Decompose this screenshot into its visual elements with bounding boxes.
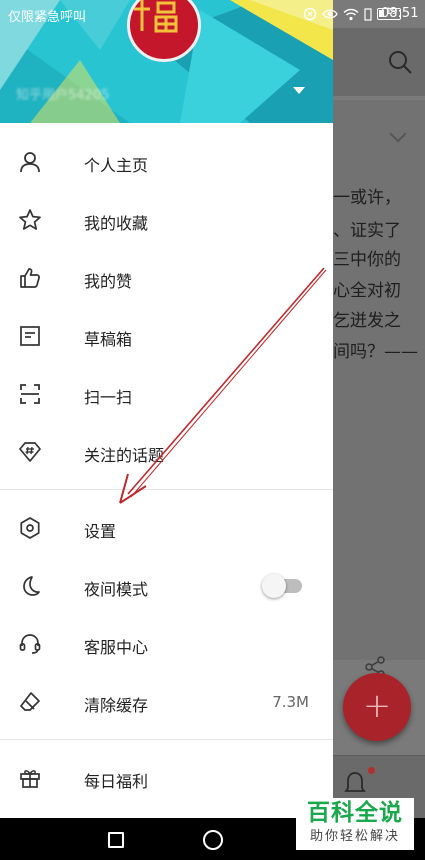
divider [0,489,333,490]
data-saver-icon [303,7,317,21]
menu-item-label: 设置 [84,522,117,541]
moon-icon [23,576,40,596]
carrier-text: 仅限紧急呼叫 [8,10,87,25]
feed-text-line: 一或许， [333,188,401,208]
menu-item-label: 每日福利 [84,772,149,791]
menu-item-label: 草稿箱 [84,330,133,349]
headset-icon [19,634,41,654]
clock: 08:51 [381,6,419,21]
feed-text-line: 乞迸发之 [333,311,401,331]
recent-apps-button[interactable] [108,832,124,848]
account-dropdown-icon[interactable] [293,87,305,94]
menu-item-label: 扫一扫 [84,388,133,407]
settings-hexagon-icon [20,517,40,539]
divider [0,739,333,740]
menu-item-followed-topics[interactable]: 关注的话题 [0,423,333,481]
thumbs-up-icon [20,268,40,288]
scan-icon [20,384,40,404]
draft-icon [20,326,40,346]
menu-item-label: 夜间模式 [84,580,149,599]
menu-item-profile[interactable]: 个人主页 [0,133,333,191]
sim-icon [364,7,372,21]
cache-size-value: 7.3M [272,693,309,711]
menu-item-daily-rewards[interactable]: 每日福利 [0,749,333,807]
navigation-drawer: 知乎用户54205 个人主页 我的收藏 我的赞 草稿箱 扫一扫 关注的话题 设置… [0,0,333,818]
topic-tag-icon [19,442,41,462]
menu-item-label: 清除缓存 [84,696,149,715]
menu-item-settings[interactable]: 设置 [0,499,333,557]
feed-text-line: 心全对初 [333,281,401,301]
eraser-icon [20,692,40,711]
feed-text-line: 间吗？—— [333,342,418,362]
feed-text-line: 三中你的 [333,250,401,270]
menu-item-likes[interactable]: 我的赞 [0,249,333,307]
star-icon [19,209,41,230]
menu-item-drafts[interactable]: 草稿箱 [0,307,333,365]
menu-item-favorites[interactable]: 我的收藏 [0,191,333,249]
menu-item-clear-cache[interactable]: 清除缓存 7.3M [0,673,333,731]
search-icon[interactable] [386,48,414,76]
username[interactable]: 知乎用户54205 [16,84,109,103]
watermark-title: 百科全说 [307,800,403,826]
feed-text-line: 、证实了 [333,221,401,241]
watermark-subtitle: 助你轻松解决 [309,829,400,844]
watermark-logo: 百科全说 助你轻松解决 [296,798,414,850]
menu-item-label: 客服中心 [84,638,149,657]
eye-icon [322,9,338,19]
night-mode-toggle[interactable] [262,574,302,598]
gift-icon [20,770,40,788]
menu-item-night-mode[interactable]: 夜间模式 [0,557,333,615]
menu-item-label: 关注的话题 [84,446,165,465]
toggle-thumb [262,574,286,598]
home-button[interactable] [203,830,223,850]
menu-item-label: 个人主页 [84,156,149,175]
menu-item-scan[interactable]: 扫一扫 [0,365,333,423]
menu-item-label: 我的赞 [84,272,133,291]
wifi-icon [343,8,359,20]
notification-dot [368,767,375,774]
person-icon [20,152,40,173]
bell-icon[interactable] [344,770,366,796]
menu-item-label: 我的收藏 [84,214,149,233]
status-bar: 仅限紧急呼叫 19 08:51 [0,0,425,28]
new-post-fab[interactable]: + [343,673,411,741]
menu-item-customer-service[interactable]: 客服中心 [0,615,333,673]
